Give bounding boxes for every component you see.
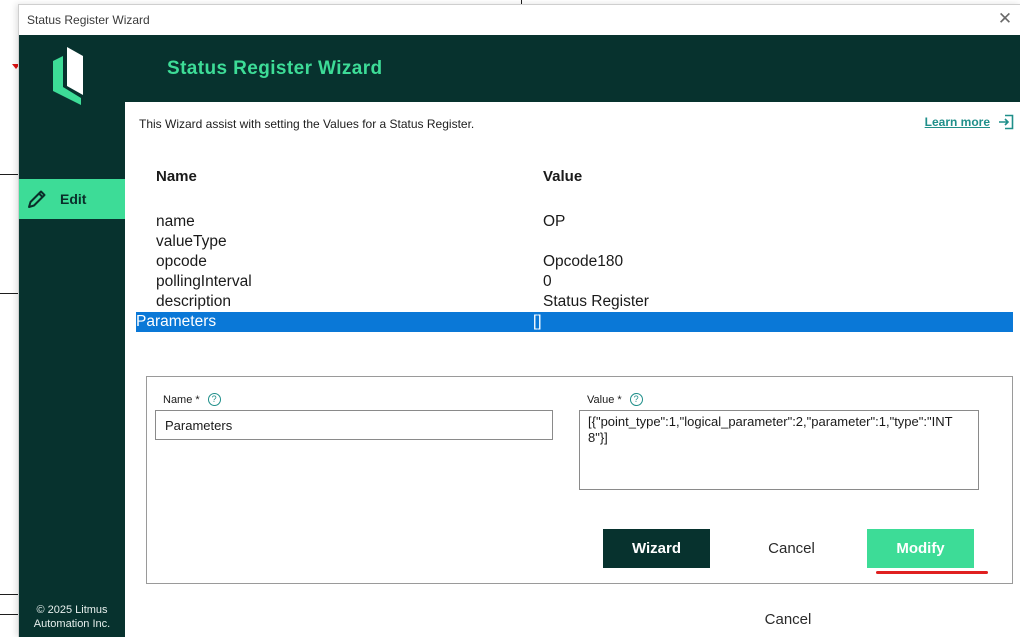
row-name: opcode bbox=[156, 253, 207, 270]
background-divider bbox=[0, 174, 18, 175]
row-name: valueType bbox=[156, 233, 227, 250]
table-row-selected[interactable]: Parameters [] bbox=[136, 312, 1013, 332]
copyright: © 2025 Litmus Automation Inc. bbox=[19, 603, 125, 631]
table-row[interactable]: opcode Opcode180 bbox=[146, 252, 1013, 272]
wizard-button[interactable]: Wizard bbox=[603, 529, 710, 568]
background-divider bbox=[0, 293, 18, 294]
column-header-name: Name bbox=[156, 168, 197, 185]
row-value: 0 bbox=[543, 273, 552, 290]
page-title: Status Register Wizard bbox=[167, 58, 383, 79]
wizard-content: This Wizard assist with setting the Valu… bbox=[125, 102, 1020, 637]
row-value: OP bbox=[543, 213, 566, 230]
column-header-value: Value bbox=[543, 168, 583, 185]
row-name: Parameters bbox=[136, 313, 217, 330]
row-name: pollingInterval bbox=[156, 273, 252, 290]
sidebar-item-edit[interactable]: Edit bbox=[19, 179, 125, 219]
row-value: Status Register bbox=[543, 293, 649, 310]
learn-more-link[interactable]: Learn more bbox=[925, 114, 1014, 130]
value-field-label: Value * ? bbox=[587, 393, 643, 406]
close-icon[interactable]: ✕ bbox=[995, 9, 1015, 29]
background-divider bbox=[0, 614, 18, 615]
sidebar: Edit © 2025 Litmus Automation Inc. bbox=[19, 35, 125, 637]
annotation-underline bbox=[876, 571, 988, 574]
modify-button[interactable]: Modify bbox=[867, 529, 974, 568]
value-label-text: Value * bbox=[587, 393, 622, 406]
row-name: description bbox=[156, 293, 231, 310]
table-row[interactable]: description Status Register bbox=[146, 292, 1013, 312]
sidebar-item-label: Edit bbox=[60, 191, 87, 207]
background-divider bbox=[0, 594, 18, 595]
row-name: name bbox=[156, 213, 195, 230]
table-row[interactable]: name OP bbox=[146, 212, 1013, 232]
dialog-title: Status Register Wizard bbox=[27, 13, 150, 27]
copyright-line: © 2025 Litmus bbox=[36, 604, 108, 616]
value-field[interactable]: [{"point_type":1,"logical_parameter":2,"… bbox=[579, 410, 979, 490]
table-row[interactable]: pollingInterval 0 bbox=[146, 272, 1013, 292]
copyright-line: Automation Inc. bbox=[33, 618, 111, 630]
learn-more-label: Learn more bbox=[924, 115, 990, 129]
dialog-cancel-button[interactable]: Cancel bbox=[738, 607, 838, 631]
grid-rows: name OP valueType opcode Opcode180 polli… bbox=[136, 212, 1013, 332]
name-field[interactable] bbox=[155, 410, 553, 440]
row-value: Opcode180 bbox=[543, 253, 624, 270]
properties-grid: Name Value name OP valueType opcode Opco… bbox=[136, 168, 1013, 332]
intro-text: This Wizard assist with setting the Valu… bbox=[139, 117, 475, 131]
pencil-icon bbox=[28, 190, 46, 208]
table-row[interactable]: valueType bbox=[146, 232, 1013, 252]
name-label-text: Name * bbox=[163, 393, 200, 406]
help-icon[interactable]: ? bbox=[207, 393, 221, 406]
wizard-dialog: Status Register Wizard ✕ Edit © 2025 Lit… bbox=[18, 4, 1020, 637]
dialog-titlebar: Status Register Wizard ✕ bbox=[19, 5, 1020, 35]
edit-form: Name * ? Value * ? [{"point_type":1,"log… bbox=[146, 376, 1013, 584]
name-field-label: Name * ? bbox=[163, 393, 221, 406]
open-external-icon bbox=[999, 114, 1014, 130]
wizard-header: Status Register Wizard bbox=[125, 35, 1020, 102]
litmus-logo-icon bbox=[53, 47, 83, 105]
cancel-button[interactable]: Cancel bbox=[743, 529, 840, 568]
row-value: [] bbox=[533, 313, 542, 330]
help-icon[interactable]: ? bbox=[629, 393, 643, 406]
grid-header: Name Value bbox=[146, 168, 1013, 188]
